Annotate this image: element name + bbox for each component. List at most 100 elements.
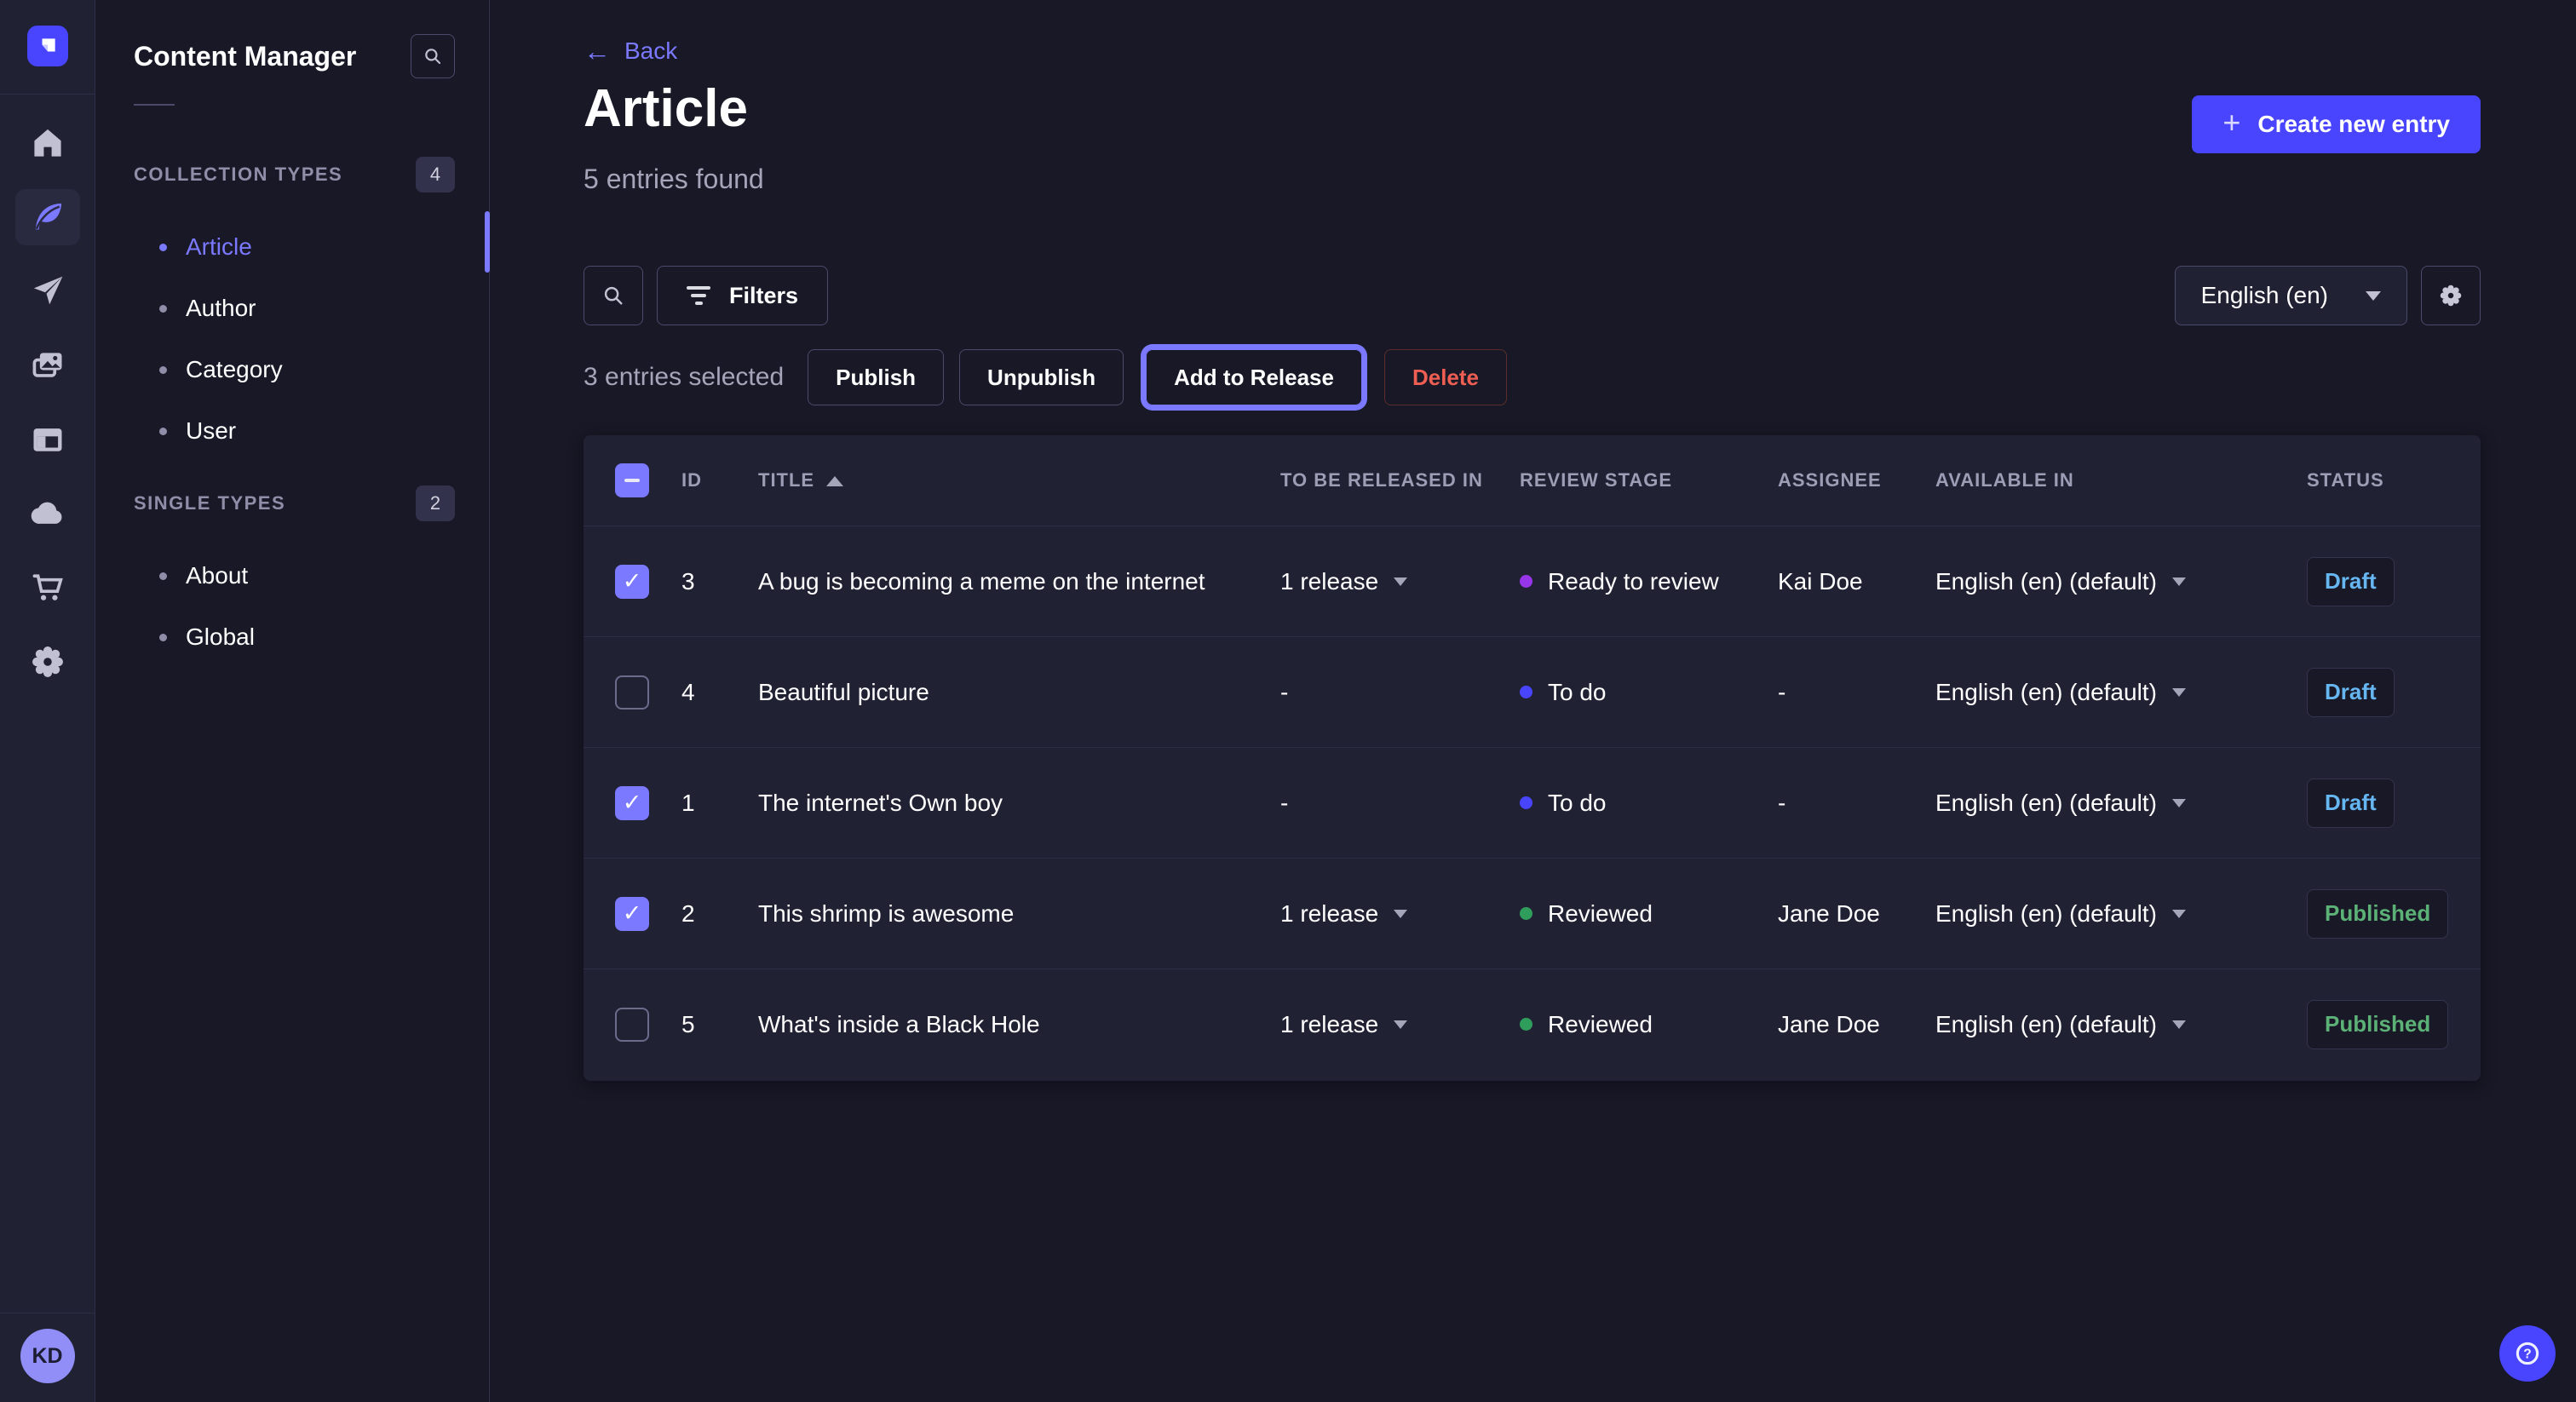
back-link[interactable]: ← Back (584, 37, 677, 65)
subnav-search-button[interactable] (411, 34, 455, 78)
locale-select[interactable]: English (en) (2175, 266, 2407, 325)
nav-settings[interactable] (15, 634, 80, 690)
entries-table: ID TITLE TO BE RELEASED IN REVIEW STAGE … (584, 435, 2481, 1081)
bullet-icon (159, 634, 167, 641)
cell-title: This shrimp is awesome (758, 900, 1280, 928)
sidebar-item-user[interactable]: User (95, 400, 489, 462)
nav-marketplace[interactable] (15, 560, 80, 616)
status-badge: Draft (2307, 668, 2395, 717)
sidebar-item-article[interactable]: Article (95, 216, 489, 278)
table-row[interactable]: ✓ 3 A bug is becoming a meme on the inte… (584, 526, 2481, 636)
question-circle-icon: ? (2513, 1339, 2542, 1368)
row-checkbox[interactable]: ✓ (615, 565, 649, 599)
col-title[interactable]: TITLE (758, 469, 1280, 491)
cell-release[interactable]: 1 release (1280, 1011, 1520, 1038)
view-settings-button[interactable] (2421, 266, 2481, 325)
cell-assignee: - (1778, 679, 1935, 706)
chevron-down-icon (1394, 1020, 1407, 1029)
strapi-logo-icon (37, 35, 59, 57)
cell-available-in[interactable]: English (en) (default) (1935, 568, 2307, 595)
section-count-badge: 4 (416, 157, 455, 192)
row-checkbox[interactable] (615, 1008, 649, 1042)
cell-id: 4 (681, 679, 758, 706)
cell-available-in[interactable]: English (en) (default) (1935, 1011, 2307, 1038)
nav-content-type-builder[interactable] (15, 411, 80, 468)
unpublish-button[interactable]: Unpublish (959, 349, 1124, 405)
table-row[interactable]: 4 Beautiful picture - To do - English (e… (584, 636, 2481, 747)
cart-icon (29, 569, 66, 606)
selection-summary: 3 entries selected (584, 363, 784, 392)
nav-home[interactable] (15, 115, 80, 171)
user-avatar[interactable]: KD (20, 1329, 75, 1383)
cloud-icon (29, 495, 66, 532)
app-root: KD Content Manager COLLECTION TYPES 4 (0, 0, 2576, 1402)
cell-id: 1 (681, 790, 758, 817)
nav-media-library[interactable] (15, 337, 80, 394)
row-checkbox[interactable]: ✓ (615, 897, 649, 931)
sidebar-item-category[interactable]: Category (95, 339, 489, 400)
table-row[interactable]: ✓ 1 The internet's Own boy - To do - Eng… (584, 747, 2481, 858)
sidebar-item-about[interactable]: About (95, 545, 489, 606)
bullet-icon (159, 305, 167, 313)
svg-text:?: ? (2523, 1347, 2532, 1361)
chevron-down-icon (2172, 799, 2186, 807)
cell-assignee: Jane Doe (1778, 1011, 1935, 1038)
cell-assignee: Jane Doe (1778, 900, 1935, 928)
table-row[interactable]: 5 What's inside a Black Hole 1 release R… (584, 968, 2481, 1079)
cell-title: What's inside a Black Hole (758, 1011, 1280, 1038)
cell-release[interactable]: 1 release (1280, 900, 1520, 928)
strapi-logo[interactable] (27, 26, 68, 66)
cell-review-stage: Ready to review (1520, 568, 1778, 595)
filters-button[interactable]: Filters (657, 266, 828, 325)
cell-review-stage: To do (1520, 679, 1778, 706)
status-badge: Draft (2307, 557, 2395, 606)
cell-available-in[interactable]: English (en) (default) (1935, 790, 2307, 817)
status-dot (1520, 1018, 1532, 1031)
table-header-row: ID TITLE TO BE RELEASED IN REVIEW STAGE … (584, 435, 2481, 526)
add-to-release-button[interactable]: Add to Release (1146, 349, 1362, 405)
nav-cloud[interactable] (15, 486, 80, 542)
row-checkbox[interactable]: ✓ (615, 786, 649, 820)
sidebar-item-global[interactable]: Global (95, 606, 489, 668)
cell-id: 2 (681, 900, 758, 928)
arrow-left-icon: ← (584, 39, 611, 63)
delete-button[interactable]: Delete (1384, 349, 1507, 405)
nav-releases[interactable] (15, 263, 80, 319)
cell-review-stage: Reviewed (1520, 900, 1778, 928)
cell-available-in[interactable]: English (en) (default) (1935, 900, 2307, 928)
help-button[interactable]: ? (2499, 1325, 2556, 1382)
chevron-down-icon (2172, 910, 2186, 918)
section-label: SINGLE TYPES (134, 492, 285, 514)
col-status: STATUS (2307, 469, 2481, 491)
section-label: COLLECTION TYPES (134, 164, 342, 186)
collection-types-section: COLLECTION TYPES 4 Article Author Catego… (95, 157, 489, 462)
gear-icon (2438, 283, 2464, 308)
filter-icon (687, 286, 710, 305)
chevron-down-icon (2172, 577, 2186, 586)
cell-title: The internet's Own boy (758, 790, 1280, 817)
cell-available-in[interactable]: English (en) (default) (1935, 679, 2307, 706)
chevron-down-icon (2366, 291, 2381, 301)
bullet-icon (159, 428, 167, 435)
cell-release[interactable]: 1 release (1280, 568, 1520, 595)
section-count-badge: 2 (416, 486, 455, 521)
col-assignee: ASSIGNEE (1778, 469, 1935, 491)
nav-content-manager[interactable] (15, 189, 80, 245)
content-manager-subnav: Content Manager COLLECTION TYPES 4 Artic… (95, 0, 490, 1402)
status-dot (1520, 796, 1532, 809)
status-badge: Published (2307, 1000, 2448, 1049)
create-new-entry-button[interactable]: + Create new entry (2192, 95, 2481, 153)
search-icon (601, 283, 626, 308)
publish-button[interactable]: Publish (808, 349, 944, 405)
plus-icon: + (2222, 105, 2240, 141)
row-checkbox[interactable] (615, 675, 649, 710)
chevron-down-icon (2172, 1020, 2186, 1029)
single-types-section: SINGLE TYPES 2 About Global (95, 486, 489, 668)
table-row[interactable]: ✓ 2 This shrimp is awesome 1 release Rev… (584, 858, 2481, 968)
sidebar-item-author[interactable]: Author (95, 278, 489, 339)
cell-title: A bug is becoming a meme on the internet (758, 568, 1280, 595)
search-button[interactable] (584, 266, 643, 325)
feather-icon (29, 198, 66, 236)
subnav-divider (134, 104, 175, 106)
select-all-checkbox[interactable] (615, 463, 649, 497)
